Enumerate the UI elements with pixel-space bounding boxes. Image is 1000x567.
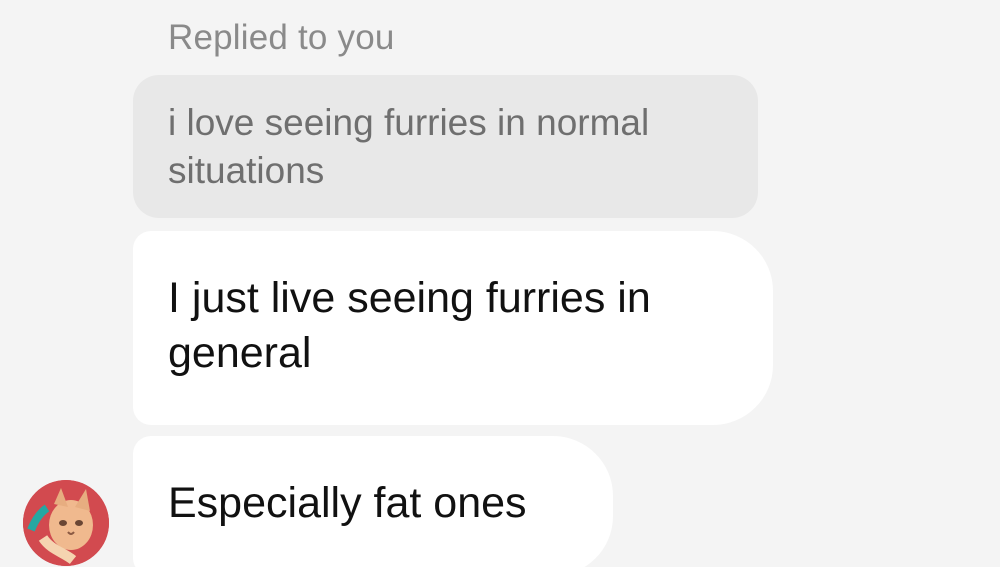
sender-avatar[interactable] (23, 480, 109, 566)
cat-avatar-icon (23, 480, 109, 566)
quoted-message-bubble[interactable]: i love seeing furries in normal situatio… (133, 75, 758, 218)
message-bubble-1[interactable]: I just live seeing furries in general (133, 231, 773, 425)
chat-thread: Replied to you i love seeing furries in … (0, 0, 1000, 567)
reply-label: Replied to you (168, 18, 395, 57)
message-bubble-2[interactable]: Especially fat ones (133, 436, 613, 567)
